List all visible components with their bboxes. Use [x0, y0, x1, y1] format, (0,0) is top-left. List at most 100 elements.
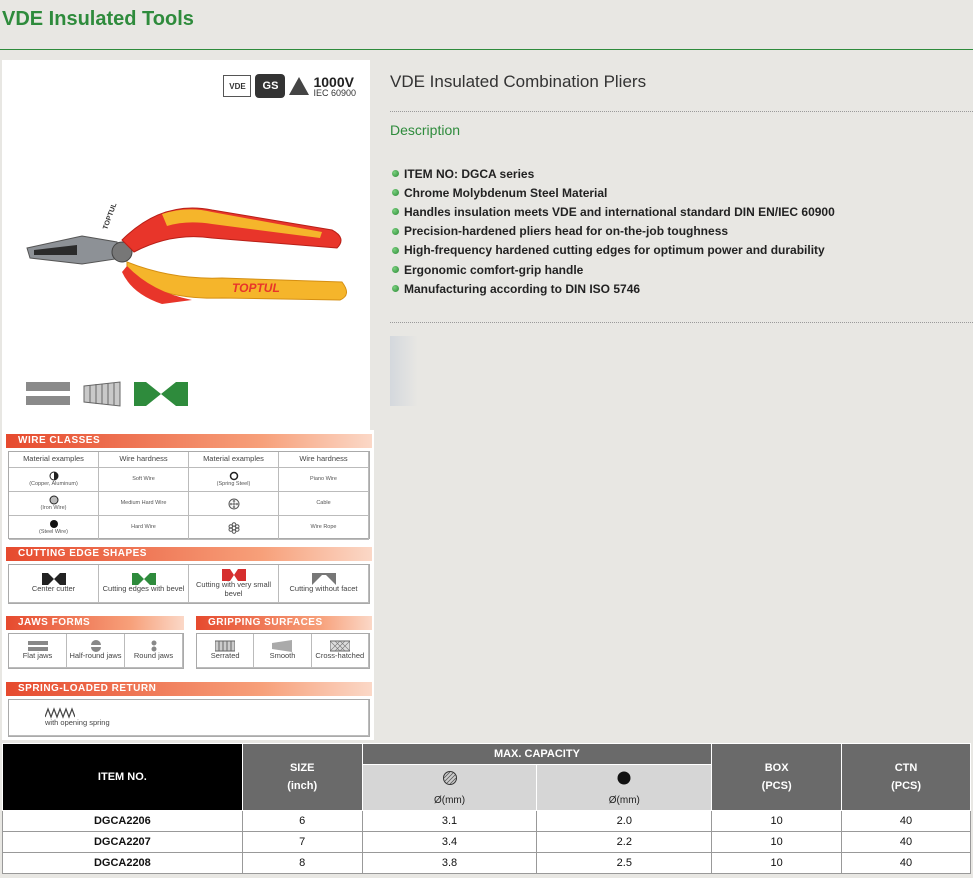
gripping-surfaces-table: Serrated Smooth Cross-hatched: [196, 633, 370, 669]
jaws-label: Round jaws: [133, 651, 174, 661]
wire-material-label: (Steel Wire): [38, 529, 69, 536]
feature-item: Manufacturing according to DIN ISO 5746: [392, 279, 835, 298]
box-header-unit: (PCS): [761, 780, 792, 792]
wire-hardness-cell: Hard Wire: [99, 516, 189, 540]
feature-item: Precision-hardened pliers head for on-th…: [392, 222, 835, 241]
capacity-cell: 3.4: [361, 831, 538, 853]
voltage-rating: 1000V IEC 60900: [313, 75, 356, 98]
feature-text: High-frequency hardened cutting edges fo…: [404, 243, 825, 258]
wire-hardness-cell: Cable: [279, 492, 369, 516]
image-placeholder: [390, 336, 418, 406]
half-filled-circle-icon: [49, 471, 58, 481]
feature-item: ITEM NO: DGCA series: [392, 164, 835, 183]
table-row: DGCA2206 6 3.1 2.0 10 40: [2, 810, 971, 832]
wire-rope-icon: [228, 521, 239, 534]
wire-col-header: Material examples: [189, 452, 279, 468]
cable-strand-icon: [228, 498, 239, 509]
product-image-panel: VDE GS 1000V IEC 60900 TOPTUL TOPTUL: [2, 60, 370, 430]
voltage-value: 1000V: [313, 73, 354, 90]
gripping-label: Cross-hatched: [315, 651, 365, 661]
cutting-edge-table: Center cutter Cutting edges with bevel C…: [8, 564, 370, 604]
ctn-cell: 40: [841, 831, 971, 853]
spring-loaded-table: with opening spring: [8, 699, 370, 737]
jaws-label: Half-round jaws: [69, 651, 122, 661]
cutting-edge-cell: Cutting with very small bevel: [189, 565, 279, 603]
cutting-edge-label: Cutting with very small bevel: [195, 580, 272, 598]
reference-panel: WIRE CLASSES Material examples Wire hard…: [2, 430, 374, 740]
jaws-cell: Flat jaws: [9, 634, 67, 668]
ring-circle-icon: [229, 472, 238, 481]
gripping-cell: Cross-hatched: [311, 634, 369, 668]
certification-marks: VDE GS 1000V IEC 60900: [223, 74, 356, 98]
capacity-header: MAX. CAPACITY: [361, 743, 713, 765]
feature-text: Chrome Molybdenum Steel Material: [404, 185, 608, 200]
feature-text: Ergonomic comfort-grip handle: [404, 262, 584, 277]
pliers-head-brand-text: TOPTUL: [102, 201, 118, 230]
cutting-edge-cell: Center cutter: [9, 565, 99, 603]
cutting-edge-cell: Cutting edges with bevel: [99, 565, 189, 603]
size-cell: 6: [241, 810, 363, 832]
size-header-label: SIZE: [289, 762, 315, 774]
vde-mark-icon: VDE: [223, 75, 252, 97]
box-header-label: BOX: [764, 762, 789, 774]
box-cell: 10: [711, 810, 843, 832]
filled-circle-icon: [49, 520, 58, 529]
jaws-forms-header: JAWS FORMS: [6, 616, 184, 630]
feature-text: Manufacturing according to DIN ISO 5746: [404, 281, 641, 296]
bullet-icon: [392, 170, 399, 178]
size-cell: 8: [241, 852, 363, 874]
solid-wire-icon: [617, 771, 631, 784]
item-no-cell: DGCA2207: [2, 831, 243, 853]
jaws-label: Flat jaws: [22, 651, 53, 661]
ctn-header: CTN (PCS): [841, 743, 971, 811]
capacity-soft-wire-header: Ø(mm): [361, 764, 538, 811]
bullet-icon: [392, 189, 399, 197]
capacity-unit: Ø(mm): [608, 794, 640, 806]
ctn-cell: 40: [841, 810, 971, 832]
wire-material-cell: (Steel Wire): [9, 516, 99, 540]
cutting-edge-label: Center cutter: [31, 584, 76, 594]
ctn-header-unit: (PCS): [891, 780, 922, 792]
bullet-icon: [392, 246, 399, 254]
bullet-icon: [392, 266, 399, 274]
box-cell: 10: [711, 852, 843, 874]
double-triangle-icon: [289, 77, 310, 95]
feature-text: Precision-hardened pliers head for on-th…: [404, 224, 729, 239]
bullet-icon: [392, 227, 399, 235]
wire-material-cell: (Spring Steel): [189, 468, 279, 492]
wire-hardness-cell: Wire Rope: [279, 516, 369, 540]
feature-text: ITEM NO: DGCA series: [404, 166, 535, 181]
bullet-icon: [392, 208, 399, 216]
wire-material-label: (Iron Wire): [40, 505, 67, 512]
wire-hardness-cell: Medium Hard Wire: [99, 492, 189, 516]
wire-classes-header: WIRE CLASSES: [6, 434, 372, 448]
wire-material-cell: (Copper, Aluminum): [9, 468, 99, 492]
feature-item: Handles insulation meets VDE and interna…: [392, 202, 835, 221]
serrated-surface-icon: [83, 381, 121, 407]
capacity-cell: 2.0: [536, 810, 713, 832]
cutting-edge-header: CUTTING EDGE SHAPES: [6, 547, 372, 561]
gripping-surfaces-header: GRIPPING SURFACES: [196, 616, 372, 630]
cutting-edge-label: Cutting without facet: [289, 584, 358, 594]
gripping-cell: Serrated: [197, 634, 255, 668]
wire-col-header: Wire hardness: [279, 452, 369, 468]
feature-text: Handles insulation meets VDE and interna…: [404, 204, 835, 219]
feature-item: High-frequency hardened cutting edges fo…: [392, 241, 835, 260]
box-cell: 10: [711, 831, 843, 853]
wire-classes-table: Material examples Wire hardness Material…: [8, 451, 370, 540]
spring-loaded-header: SPRING-LOADED RETURN: [6, 682, 372, 696]
feature-item: Chrome Molybdenum Steel Material: [392, 183, 835, 202]
table-row: DGCA2207 7 3.4 2.2 10 40: [2, 831, 971, 853]
wire-hardness-cell: Soft Wire: [99, 468, 189, 492]
title-dotted-divider: [390, 111, 973, 112]
capacity-cell: 3.1: [361, 810, 538, 832]
spring-label: with opening spring: [45, 718, 110, 728]
page-title: VDE Insulated Tools: [2, 8, 194, 30]
capacity-unit: Ø(mm): [433, 794, 466, 806]
feature-icons: [26, 380, 188, 408]
title-divider: [0, 49, 973, 50]
cutting-edge-cell: Cutting without facet: [279, 565, 369, 603]
item-no-cell: DGCA2206: [2, 810, 243, 832]
wire-hardness-cell: Piano Wire: [279, 468, 369, 492]
voltage-standard: IEC 60900: [313, 87, 356, 98]
